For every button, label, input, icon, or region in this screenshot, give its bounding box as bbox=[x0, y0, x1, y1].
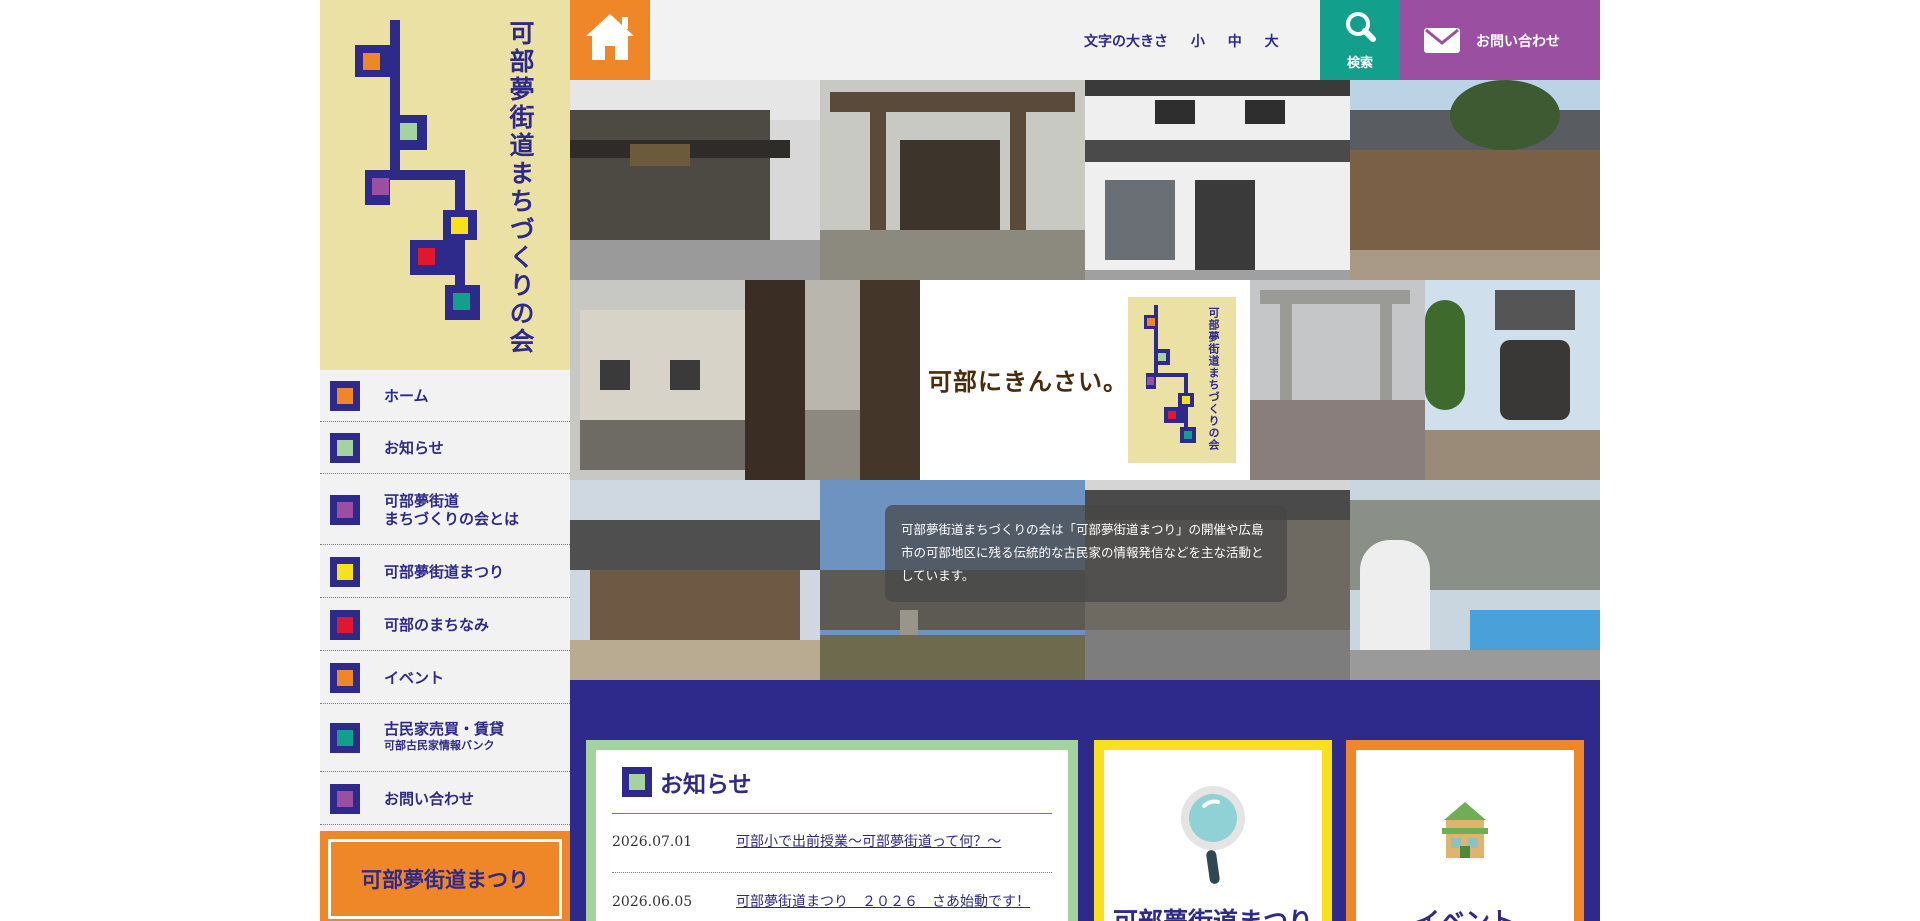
nav-label: 可部夢街道 まちづくりの会とは bbox=[384, 491, 520, 528]
house-icon bbox=[1442, 802, 1488, 858]
photo-storehouse bbox=[570, 280, 745, 480]
nav-square-icon bbox=[330, 723, 360, 753]
font-size-label: 文字の大きさ bbox=[1084, 34, 1168, 50]
nav-label: ホーム bbox=[384, 387, 429, 405]
mini-logo-title: 可部夢街道まちづくりの会 bbox=[1207, 307, 1220, 451]
nav-item[interactable]: 可部のまちなみ bbox=[320, 598, 570, 651]
nav-label: 可部夢街道まつり bbox=[384, 562, 505, 581]
news-date: 2026.06.05 bbox=[612, 894, 693, 910]
nav-item[interactable]: ホーム bbox=[320, 370, 570, 422]
nav-square-icon bbox=[330, 494, 360, 525]
nav-item[interactable]: 古民家売買・賃貸 可部古民家情報バンク bbox=[320, 704, 570, 772]
news-divider bbox=[612, 813, 1052, 814]
site-logo[interactable]: 可部夢街道まちづくりの会 bbox=[320, 0, 570, 370]
news-heading: お知らせ bbox=[622, 765, 752, 799]
hero-catch-tile: 可部にきんさい。 可部夢街道まちづくりの会 bbox=[920, 280, 1250, 480]
news-link[interactable]: 可部小で出前授業〜可部夢街道って何？〜 bbox=[736, 830, 1036, 854]
news-panel: お知らせ 2026.07.01 可部小で出前授業〜可部夢街道って何？〜 2026… bbox=[586, 740, 1078, 921]
search-button[interactable]: 検索 bbox=[1320, 0, 1400, 80]
search-icon bbox=[1346, 12, 1376, 42]
photo-white-townhouse bbox=[1085, 80, 1350, 280]
contact-label: お問い合わせ bbox=[1476, 34, 1560, 50]
nav-label: 可部のまちなみ bbox=[384, 615, 490, 634]
event-card[interactable]: イベント bbox=[1346, 740, 1584, 921]
site-title: 可部夢街道まちづくりの会 bbox=[506, 20, 535, 356]
news-title: お知らせ bbox=[660, 771, 752, 798]
contact-button[interactable]: お問い合わせ bbox=[1400, 0, 1600, 80]
photo-festival-crowd bbox=[1250, 280, 1425, 480]
photo-shrine-torii bbox=[820, 80, 1085, 280]
mini-logo-mark-icon bbox=[1144, 305, 1196, 443]
search-label: 検索 bbox=[1346, 56, 1373, 71]
festival-card-inner: 可部夢街道まつり bbox=[1104, 750, 1322, 921]
nav-sublabel: 可部古民家情報バンク bbox=[384, 739, 495, 752]
photo-temple-bell bbox=[1425, 280, 1600, 480]
hero-catchphrase: 可部にきんさい。 bbox=[928, 367, 1128, 396]
header: 文字の大きさ 小 中 大 検索 お問い合わせ bbox=[570, 0, 1600, 80]
festival-card[interactable]: 可部夢街道まつり bbox=[1094, 740, 1332, 921]
nav-item[interactable]: 可部夢街道まつり bbox=[320, 545, 570, 598]
news-separator bbox=[612, 872, 1052, 873]
photo-temple-gate bbox=[570, 480, 820, 680]
nav-square-icon bbox=[330, 556, 360, 587]
nav-item[interactable]: お知らせ bbox=[320, 422, 570, 474]
home-icon bbox=[586, 14, 634, 60]
nav-label: 古民家売買・賃貸 bbox=[384, 720, 505, 738]
font-size-medium[interactable]: 中 bbox=[1228, 34, 1242, 50]
festival-card-label: 可部夢街道まつり bbox=[1104, 902, 1322, 921]
hero-caption: 可部夢街道まちづくりの会は「可部夢街道まつり」の開催や広島市の可部地区に残る伝統… bbox=[885, 505, 1287, 602]
photo-pine-temple bbox=[1350, 80, 1600, 280]
hero-slideshow: 可部にきんさい。 可部夢街道まちづくりの会 可部夢街道まちづくりの会は「可部夢街… bbox=[570, 80, 1600, 715]
logo-mark-icon bbox=[355, 20, 480, 320]
nav-item[interactable]: 可部夢街道 まちづくりの会とは bbox=[320, 474, 570, 545]
font-size-large[interactable]: 大 bbox=[1265, 34, 1279, 50]
news-link[interactable]: 可部夢街道まつり ２０２６ さあ始動です！ bbox=[736, 890, 1036, 914]
nav-label: イベント bbox=[384, 668, 445, 687]
page-wrapper: 可部夢街道まちづくりの会 ホーム お知らせ 可部夢街道 まちづくりの会とは 可部夢街道… bbox=[320, 0, 1600, 921]
mini-logo: 可部夢街道まちづくりの会 bbox=[1128, 297, 1236, 463]
nav-square-icon bbox=[330, 662, 360, 693]
mail-icon bbox=[1424, 28, 1460, 53]
nav-label: お知らせ bbox=[384, 439, 444, 457]
sidebar: 可部夢街道まちづくりの会 ホームお知らせ可部夢街道 まちづくりの会とは可部夢街道… bbox=[320, 0, 570, 921]
news-heading-icon bbox=[622, 767, 652, 797]
photo-alley bbox=[745, 280, 920, 480]
nav-square-icon bbox=[330, 609, 360, 640]
news-date: 2026.07.01 bbox=[612, 834, 693, 850]
event-card-inner: イベント bbox=[1356, 750, 1574, 921]
nav-square-icon bbox=[330, 433, 360, 463]
nav-item[interactable]: お問い合わせ bbox=[320, 772, 570, 825]
font-size-small[interactable]: 小 bbox=[1191, 34, 1205, 50]
home-button[interactable] bbox=[570, 0, 650, 80]
event-card-label: イベント bbox=[1356, 902, 1574, 921]
festival-banner-button[interactable]: 可部夢街道まつり bbox=[320, 831, 570, 921]
main-nav: ホームお知らせ可部夢街道 まちづくりの会とは可部夢街道まつり 可部のまちなみ イベン… bbox=[320, 370, 570, 825]
nav-label: お問い合わせ bbox=[384, 789, 475, 808]
magnifier-icon bbox=[1181, 786, 1245, 884]
nav-square-icon bbox=[330, 783, 360, 814]
photo-street-concert bbox=[1350, 480, 1600, 680]
content-area: お知らせ 2026.07.01 可部小で出前授業〜可部夢街道って何？〜 2026… bbox=[570, 680, 1600, 921]
festival-banner-label: 可部夢街道まつり bbox=[328, 839, 562, 919]
font-size-switcher: 文字の大きさ 小 中 大 bbox=[1084, 31, 1279, 51]
news-panel-inner: お知らせ 2026.07.01 可部小で出前授業〜可部夢街道って何？〜 2026… bbox=[596, 750, 1068, 921]
nav-item[interactable]: イベント bbox=[320, 651, 570, 704]
photo-sake-brewery bbox=[570, 80, 820, 280]
nav-square-icon bbox=[330, 381, 360, 411]
